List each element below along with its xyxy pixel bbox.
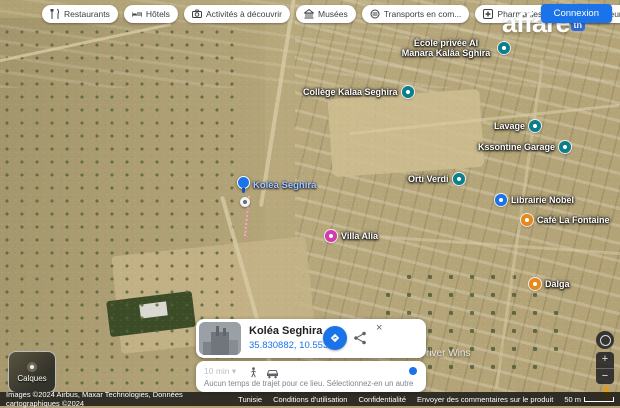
poi-label: Collège Kalaa Seghira	[303, 87, 398, 97]
terms-link[interactable]: Conditions d'utilisation	[273, 395, 347, 404]
layers-label: Calques	[17, 374, 46, 383]
scale-label: 50 m	[564, 395, 581, 404]
bed-icon	[132, 9, 142, 19]
close-icon[interactable]: ×	[372, 320, 386, 336]
marker-tip	[242, 188, 245, 193]
duration-dropdown[interactable]: 10 min ▾	[204, 366, 236, 377]
poi-label: Dalga	[545, 279, 570, 289]
store-poi-icon	[495, 194, 507, 206]
place-title: Koléa Seghira	[249, 325, 322, 337]
layers-icon	[27, 362, 37, 372]
place-info-card: Koléa Seghira 35.830882, 10.553147 ×	[196, 319, 426, 358]
transit-option-dot[interactable]	[409, 367, 417, 375]
filter-activities[interactable]: Activités à découvrir	[184, 5, 290, 23]
poi-librairie[interactable]: Librairie Nobel	[495, 194, 574, 206]
duration-value: 10 min	[204, 366, 230, 376]
zoom-in-button[interactable]: +	[596, 352, 614, 369]
filter-label: Restaurants	[64, 9, 110, 19]
connexion-button[interactable]: Connexion	[541, 4, 612, 23]
transit-icon	[370, 9, 380, 19]
school-poi-icon	[402, 86, 414, 98]
my-location-button[interactable]	[596, 331, 614, 349]
filter-label: Musées	[318, 9, 348, 19]
boutique-poi-icon	[325, 230, 337, 242]
walking-mode-icon[interactable]	[248, 365, 259, 376]
camera-icon	[192, 9, 202, 19]
poi-label: Librairie Nobel	[511, 195, 574, 205]
directions-diamond-icon	[329, 332, 341, 344]
poi-label: Lavage	[494, 121, 525, 131]
cafe-poi-icon	[529, 278, 541, 290]
poi-label: École privée Al Manara Kalâa Sghira	[398, 38, 494, 59]
layers-button[interactable]: Calques	[8, 351, 56, 393]
service-poi-icon	[559, 141, 571, 153]
directions-button[interactable]	[323, 326, 347, 350]
poi-villa-alia[interactable]: Villa Alia	[325, 230, 378, 242]
building-photo	[199, 322, 241, 355]
chevron-down-icon: ▾	[232, 366, 236, 376]
service-poi-icon	[453, 173, 465, 185]
partial-map-label: river Wins	[426, 348, 470, 359]
feedback-link[interactable]: Envoyer des commentaires sur le produit	[417, 395, 553, 404]
privacy-link[interactable]: Confidentialité	[358, 395, 406, 404]
pharmacy-cross-icon	[483, 9, 493, 19]
route-time-card: 10 min ▾ Aucun temps de trajet pour ce l…	[196, 361, 426, 392]
poi-cafe-fontaine[interactable]: Café La Fontaine	[521, 214, 610, 226]
no-route-message: Aucun temps de trajet pour ce lieu. Séle…	[204, 379, 413, 388]
service-poi-icon	[529, 120, 541, 132]
poi-label: Café La Fontaine	[537, 215, 610, 225]
poi-garage[interactable]: Kssontine Garage	[478, 141, 571, 153]
restaurant-icon	[50, 9, 60, 19]
historic-poi-icon[interactable]	[240, 197, 250, 207]
filter-hotels[interactable]: Hôtels	[124, 5, 178, 23]
imagery-credit: Images ©2024 Airbus, Maxar Technologies,…	[6, 390, 216, 408]
driving-mode-icon[interactable]	[266, 366, 279, 376]
museum-icon	[304, 9, 314, 19]
share-button[interactable]	[352, 330, 368, 346]
poi-school-manara[interactable]: École privée Al Manara Kalâa Sghira	[398, 38, 510, 59]
poi-label: Orti Verdi	[408, 174, 449, 184]
poi-lavage[interactable]: Lavage	[494, 120, 541, 132]
country-label[interactable]: Tunisie	[238, 395, 262, 404]
filter-transit[interactable]: Transports en com...	[362, 5, 470, 23]
cafe-poi-icon	[521, 214, 533, 226]
filter-museums[interactable]: Musées	[296, 5, 356, 23]
filter-label: Transports en com...	[384, 9, 462, 19]
zoom-out-button[interactable]: −	[596, 369, 614, 385]
attribution-bar: Images ©2024 Airbus, Maxar Technologies,…	[0, 392, 620, 406]
poi-label: Kssontine Garage	[478, 142, 555, 152]
place-thumbnail[interactable]	[199, 322, 241, 355]
poi-label: Villa Alia	[341, 231, 378, 241]
share-icon	[352, 330, 368, 346]
poi-dalga[interactable]: Dalga	[529, 278, 570, 290]
filter-label: Activités à découvrir	[206, 9, 282, 19]
poi-college[interactable]: Collège Kalaa Seghira	[303, 86, 414, 98]
compass-icon	[600, 335, 611, 346]
poi-orti-verdi[interactable]: Orti Verdi	[408, 173, 465, 185]
zoom-control: + −	[596, 352, 614, 384]
map-scale: 50 m	[564, 395, 614, 404]
filter-restaurants[interactable]: Restaurants	[42, 5, 118, 23]
scale-bar	[584, 397, 614, 402]
selected-place-marker[interactable]	[237, 176, 249, 193]
selected-place-label[interactable]: Koléa Seghira	[253, 180, 316, 191]
school-poi-icon	[498, 42, 510, 54]
filter-label: Hôtels	[146, 9, 170, 19]
